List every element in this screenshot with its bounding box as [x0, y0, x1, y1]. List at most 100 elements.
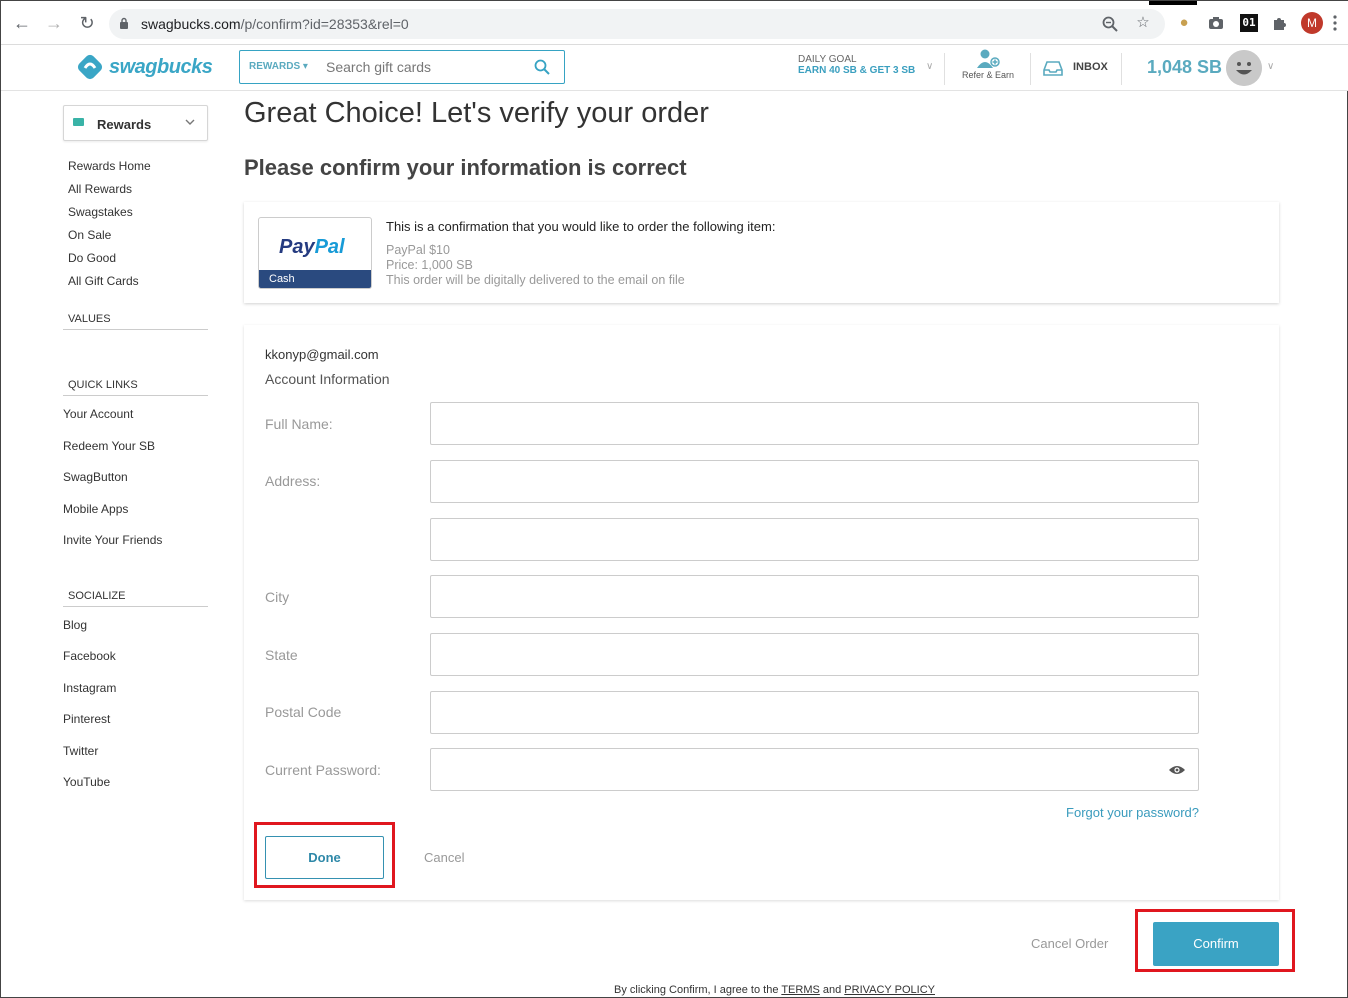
- sidebar-item-pinterest[interactable]: Pinterest: [63, 711, 209, 743]
- address-line2-field[interactable]: [430, 518, 1199, 561]
- state-label: State: [265, 647, 298, 663]
- order-item-card: PayPal Cash This is a confirmation that …: [244, 202, 1279, 303]
- terms-prefix: By clicking Confirm, I agree to the: [614, 984, 782, 996]
- sidebar-item-facebook[interactable]: Facebook: [63, 648, 209, 680]
- address-label: Address:: [265, 473, 321, 489]
- logo-text: swagbucks: [109, 55, 213, 78]
- address-bar[interactable]: swagbucks.com/p/confirm?id=28353&rel=0 ☆: [109, 9, 1165, 39]
- account-info-heading: Account Information: [265, 371, 390, 387]
- socialize-heading: SOCIALIZE: [63, 590, 208, 607]
- quick-links-heading: QUICK LINKS: [63, 379, 208, 396]
- confirm-button[interactable]: Confirm: [1153, 922, 1279, 966]
- user-avatar[interactable]: [1226, 50, 1262, 86]
- forward-icon[interactable]: →: [44, 13, 64, 33]
- sidebar-item-youtube[interactable]: YouTube: [63, 774, 209, 806]
- social-links: Blog Facebook Instagram Pinterest Twitte…: [63, 617, 209, 806]
- account-form-card: kkonyp@gmail.com Account Information Ful…: [244, 325, 1279, 900]
- sidebar-item-invite-your-friends[interactable]: Invite Your Friends: [63, 532, 209, 564]
- rewards-icon: [73, 118, 84, 126]
- account-email: kkonyp@gmail.com: [265, 347, 379, 362]
- url-host: swagbucks.com: [141, 16, 241, 32]
- sidebar-item-mobile-apps[interactable]: Mobile Apps: [63, 501, 209, 533]
- refer-label: Refer & Earn: [961, 70, 1015, 80]
- search-box[interactable]: REWARDS ▾ Search gift cards: [239, 50, 565, 84]
- city-field[interactable]: [430, 575, 1199, 618]
- sidebar-item-on-sale[interactable]: On Sale: [68, 227, 209, 250]
- sb-balance[interactable]: 1,048 SB: [1147, 57, 1222, 78]
- camera-icon[interactable]: [1207, 14, 1225, 32]
- terms-notice: By clicking Confirm, I agree to the TERM…: [614, 984, 935, 996]
- inbox-icon[interactable]: [1043, 60, 1063, 76]
- more-icon[interactable]: [1333, 13, 1337, 33]
- sidebar-item-swagbutton[interactable]: SwagButton: [63, 469, 209, 501]
- done-button[interactable]: Done: [265, 836, 384, 879]
- sidebar-item-swagstakes[interactable]: Swagstakes: [68, 204, 209, 227]
- sidebar-item-your-account[interactable]: Your Account: [63, 406, 209, 438]
- divider: [1030, 53, 1031, 85]
- url-text: swagbucks.com/p/confirm?id=28353&rel=0: [141, 16, 409, 32]
- chevron-down-icon[interactable]: ∨: [1267, 61, 1274, 72]
- sidebar-item-blog[interactable]: Blog: [63, 617, 209, 649]
- refer-and-earn[interactable]: Refer & Earn: [959, 48, 1017, 80]
- search-category-dropdown[interactable]: REWARDS ▾: [249, 61, 308, 72]
- puzzle-icon[interactable]: [1271, 14, 1289, 32]
- city-label: City: [265, 589, 290, 605]
- tab-strip-fragment: [1149, 1, 1197, 5]
- cancel-order-link[interactable]: Cancel Order: [1031, 936, 1108, 951]
- star-icon[interactable]: ☆: [1134, 14, 1152, 32]
- browser-toolbar: ← → ↻ swagbucks.com/p/confirm?id=28353&r…: [1, 1, 1348, 45]
- reload-icon[interactable]: ↻: [77, 13, 97, 33]
- sidebar: Rewards Rewards Home All Rewards Swagsta…: [63, 105, 209, 806]
- chevron-down-icon[interactable]: ∨: [926, 61, 933, 72]
- eye-icon[interactable]: [1168, 764, 1186, 776]
- divider: [1121, 53, 1122, 85]
- sidebar-item-instagram[interactable]: Instagram: [63, 680, 209, 712]
- privacy-policy-link[interactable]: PRIVACY POLICY: [844, 984, 935, 996]
- address-line1-field[interactable]: [430, 460, 1199, 503]
- search-category-label: REWARDS: [249, 61, 301, 72]
- password-field[interactable]: [430, 748, 1199, 791]
- site-header: swagbucks REWARDS ▾ Search gift cards DA…: [1, 45, 1348, 91]
- zoom-icon[interactable]: [1101, 15, 1119, 33]
- sidebar-item-do-good[interactable]: Do Good: [68, 250, 209, 273]
- order-intro: This is a confirmation that you would li…: [386, 219, 776, 234]
- forgot-password-link[interactable]: Forgot your password?: [1066, 805, 1199, 820]
- daily-goal[interactable]: DAILY GOAL EARN 40 SB & GET 3 SB: [798, 54, 915, 76]
- postal-code-field[interactable]: [430, 691, 1199, 734]
- item-delivery-note: This order will be digitally delivered t…: [386, 273, 685, 287]
- item-name: PayPal $10: [386, 243, 450, 257]
- paypal-logo-pal: Pal: [314, 236, 345, 258]
- values-heading: VALUES: [63, 313, 208, 330]
- cookie-icon[interactable]: ●: [1175, 14, 1193, 32]
- profile-avatar[interactable]: M: [1301, 12, 1323, 34]
- password-label: Current Password:: [265, 762, 381, 778]
- page-title: Great Choice! Let's verify your order: [244, 97, 709, 129]
- terms-and: and: [819, 984, 845, 996]
- sidebar-item-all-gift-cards[interactable]: All Gift Cards: [68, 273, 209, 296]
- swagbucks-logo-icon: [77, 54, 103, 80]
- rewards-select[interactable]: Rewards: [63, 105, 208, 141]
- swagbucks-logo[interactable]: swagbucks: [75, 51, 213, 83]
- extension-01-icon[interactable]: 01: [1240, 14, 1258, 32]
- rewards-links: Rewards Home All Rewards Swagstakes On S…: [63, 158, 209, 296]
- sidebar-item-rewards-home[interactable]: Rewards Home: [68, 158, 209, 181]
- back-icon[interactable]: ←: [12, 13, 32, 33]
- search-input[interactable]: Search gift cards: [326, 59, 431, 75]
- inbox-link[interactable]: INBOX: [1073, 61, 1108, 73]
- sidebar-item-redeem-your-sb[interactable]: Redeem Your SB: [63, 438, 209, 470]
- state-field[interactable]: [430, 633, 1199, 676]
- rewards-select-label: Rewards: [97, 117, 152, 132]
- paypal-logo-pay: Pay: [279, 236, 315, 258]
- sidebar-item-twitter[interactable]: Twitter: [63, 743, 209, 775]
- full-name-label: Full Name:: [265, 416, 333, 432]
- url-path: /p/confirm?id=28353&rel=0: [240, 16, 409, 32]
- terms-link[interactable]: TERMS: [781, 984, 820, 996]
- lock-icon: [120, 17, 128, 29]
- divider: [944, 53, 945, 85]
- full-name-field[interactable]: [430, 402, 1199, 445]
- search-icon[interactable]: [534, 59, 550, 75]
- sidebar-item-all-rewards[interactable]: All Rewards: [68, 181, 209, 204]
- postal-code-label: Postal Code: [265, 704, 342, 720]
- quick-links: Your Account Redeem Your SB SwagButton M…: [63, 406, 209, 564]
- cancel-link[interactable]: Cancel: [424, 850, 464, 865]
